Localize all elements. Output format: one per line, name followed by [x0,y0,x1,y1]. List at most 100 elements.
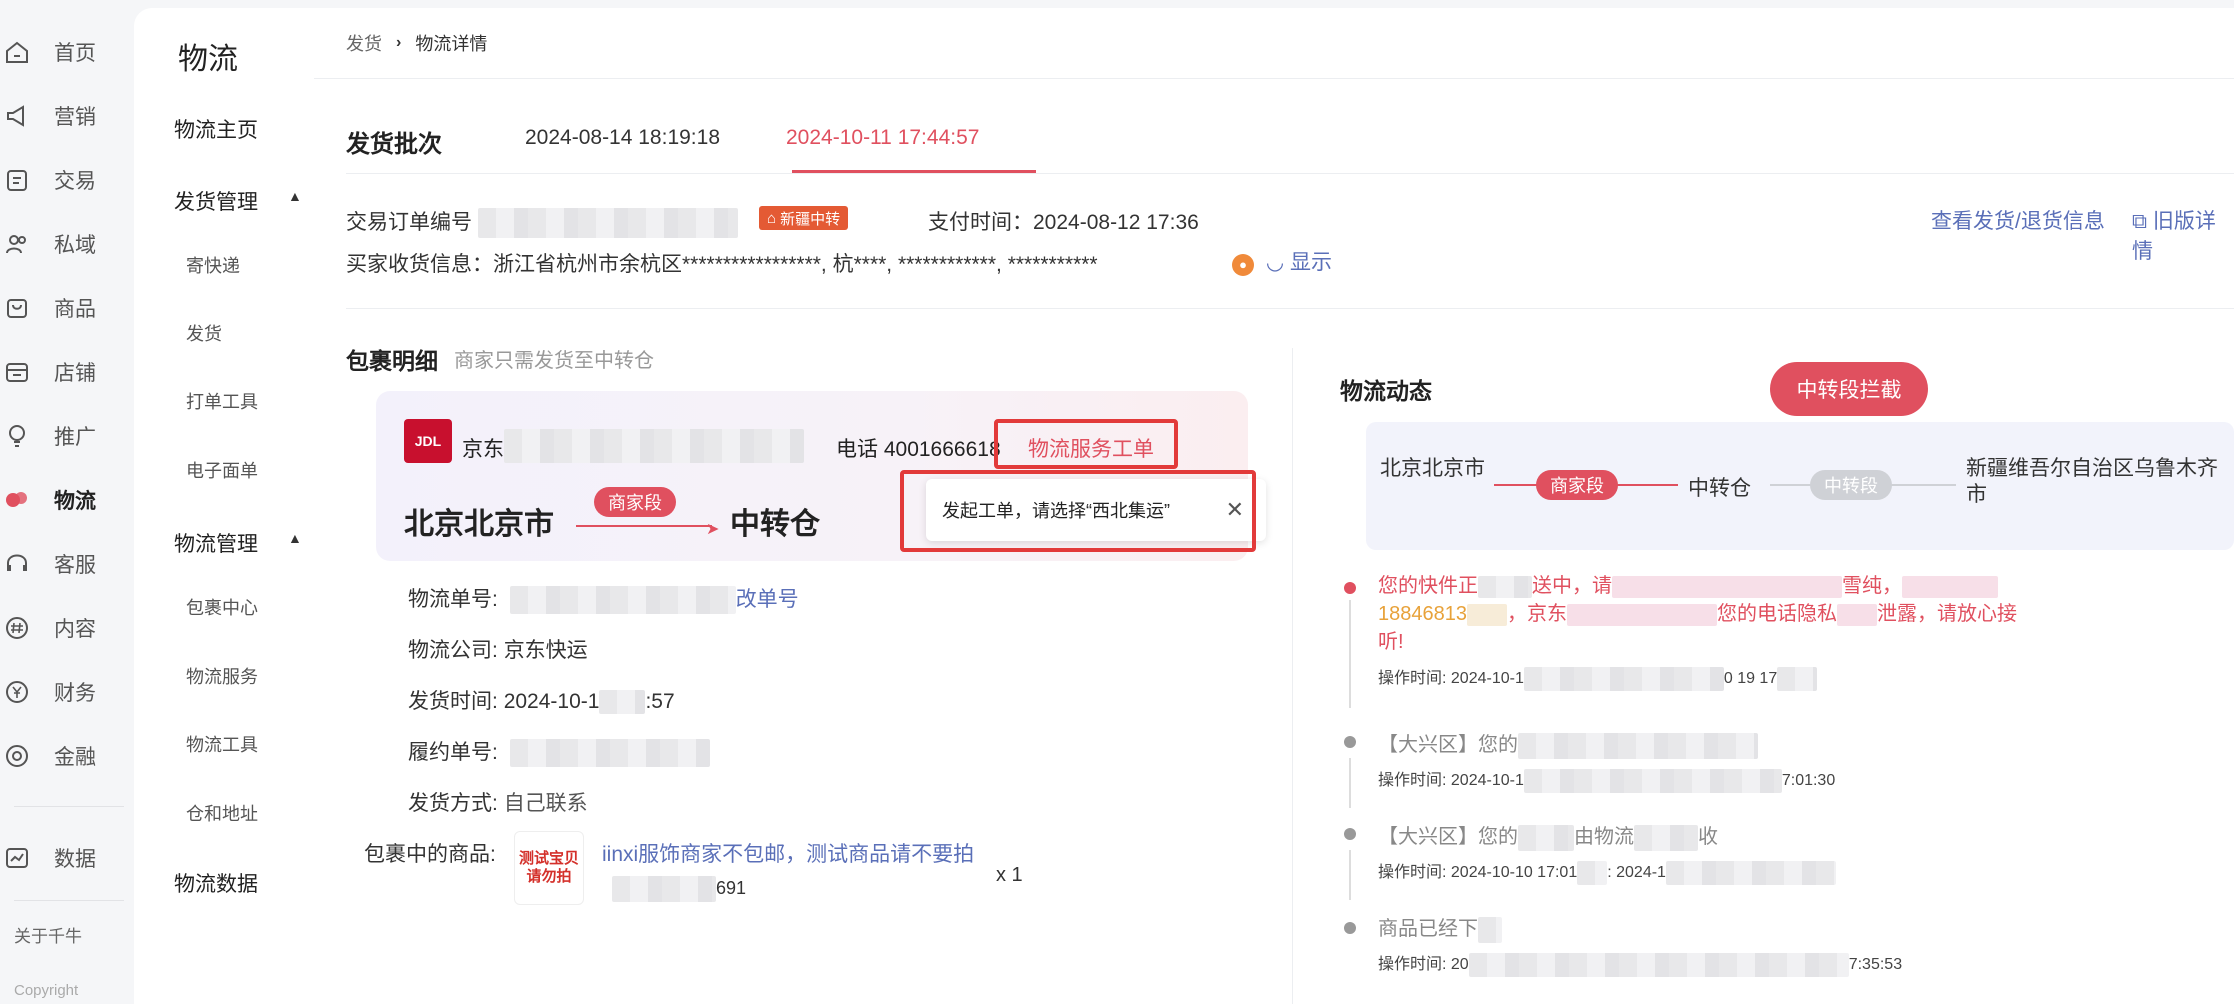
jdl-logo-icon: JDL [404,419,452,463]
sidebar-item-e-waybill[interactable]: 电子面单 [186,457,258,483]
redacted [1468,952,1849,977]
logistics-title: 物流动态 [1340,378,1432,404]
goods-sku-suffix: 691 [716,877,747,898]
rail-item-home[interactable]: 首页 [0,32,132,72]
chevron-up-icon: ▲ [288,188,302,204]
sidebar-item-parcel-center[interactable]: 包裹中心 [186,594,258,620]
carrier-phone: 电话 4001666618 [836,438,1001,461]
merchant-segment-pill: 商家段 [1536,470,1618,500]
view-shipping-link[interactable]: 查看发货/退货信息 [1931,205,2105,235]
transit-segment-pill: 中转段 [1810,470,1892,500]
chart-icon [0,841,34,875]
sidebar-item-logistics-service[interactable]: 物流服务 [186,663,258,689]
company-value: 京东快运 [503,639,588,662]
fulfil-row: 履约单号: [408,736,710,768]
rail-item-finance-service[interactable]: 金融 [0,736,132,776]
time-text: 7:01:30 [1781,772,1836,789]
clipboard-icon [0,163,34,197]
rail-divider-2 [14,900,124,901]
timeline-text-part: 雪纯， [1842,575,1902,597]
ship-time-suffix: :57 [645,690,675,713]
xinjiang-transit-badge: ⌂ 新疆中转 [759,206,849,230]
sidebar-item-warehouse-address[interactable]: 仓和地址 [186,800,258,826]
rail-item-content[interactable]: 内容 [0,608,132,648]
goods-sku-row: 691 [612,876,746,902]
sidebar-item-print-tool[interactable]: 打单工具 [186,388,258,414]
sidebar-group-logistics-mgmt[interactable]: 物流管理 ▲ [174,528,302,558]
courier-phone: 18846813 [1378,603,1467,625]
rail-item-private-domain[interactable]: 私域 [0,224,132,264]
rail-item-finance[interactable]: 财务 [0,672,132,712]
timeline-item-1-time: 操作时间: 2024-10-1 0 19 17 [1378,664,1818,691]
redacted-sku [612,876,716,902]
show-toggle[interactable]: ● ◡ 显示 [1232,246,1332,276]
transit-intercept-button[interactable]: 中转段拦截 [1770,362,1928,416]
arrow-head-icon: ➤ [706,521,720,538]
bulb-icon [0,419,34,453]
rail-item-promotion[interactable]: 推广 [0,416,132,456]
timeline-item-3-time: 操作时间: 2024-10-10 17:01: 2024-1 [1378,858,1836,885]
route-mid: 中转仓 [1688,477,1751,500]
rail-item-trade[interactable]: 交易 [0,160,132,200]
redacted-fulfil-number [509,739,710,768]
tab-batch-1[interactable]: 2024-08-14 18:19:18 [525,126,720,150]
company-row: 物流公司: 京东快运 [408,634,588,664]
rail-item-data[interactable]: 数据 [0,838,132,878]
timeline-text-part: 送中，请 [1532,575,1612,597]
rail-item-marketing[interactable]: 营销 [0,96,132,136]
ship-time-label: 发货时间: [408,690,498,713]
breadcrumb-parent[interactable]: 发货 [346,30,382,56]
method-label: 发货方式: [408,792,498,815]
method-value: 自己联系 [503,792,588,815]
tab-batch-2[interactable]: 2024-10-11 17:44:57 [786,126,979,150]
carrier-prefix: 京东 [462,438,504,461]
time-text: 操作时间: 2024-10-10 17:01 [1378,864,1578,881]
rail-item-products[interactable]: 商品 [0,288,132,328]
logistics-icon [0,483,34,517]
badge-label: 新疆中转 [780,210,841,228]
left-rail: 首页 营销 交易 私域 商品 店铺 推广 物流 客服 内容 财务 金融 数据 关… [0,0,132,1004]
rail-item-store[interactable]: 店铺 [0,352,132,392]
external-link-icon: ⧉ [2132,210,2147,233]
timeline-connector [1349,600,1351,708]
home-icon [0,35,34,69]
sidebar-title: 物流 [178,43,238,76]
redacted [1665,860,1836,885]
main-content: 发货 › 物流详情 发货批次 2024-08-14 18:19:18 2024-… [314,8,2234,1004]
change-waybill-link[interactable]: 改单号 [736,588,799,611]
goods-thumbnail[interactable]: 测试宝贝请勿拍 [514,831,584,905]
rail-item-logistics[interactable]: 物流 [0,480,132,520]
sidebar-item-ship[interactable]: 发货 [186,320,222,346]
goods-name-link[interactable]: iinxi服饰商家不包邮，测试商品请不要拍 [602,838,974,868]
redacted [1466,603,1507,626]
copyright-text: Copyright [14,982,79,999]
rail-item-service[interactable]: 客服 [0,544,132,584]
sidebar-item-send-express[interactable]: 寄快递 [186,252,240,278]
order-number-label: 交易订单编号 [346,211,472,234]
redacted-order-number [477,208,738,239]
buyer-info-row: 买家收货信息：浙江省杭州市余杭区*****************, 杭****… [346,248,1098,278]
redacted [1612,575,1842,598]
time-text: 0 19 17 [1723,670,1778,687]
sidebar-group-shipping[interactable]: 发货管理 ▲ [174,186,302,216]
headset-icon [0,547,34,581]
old-detail-link[interactable]: ⧉ 旧版详情 [2132,205,2234,265]
sidebar-group-label: 物流管理 [174,533,258,556]
sidebar-item-logistics-home[interactable]: 物流主页 [174,114,258,144]
sidebar-item-logistics-tools[interactable]: 物流工具 [186,731,258,757]
route-to-city: 新疆维吾尔自治区乌鲁木齐市 [1966,457,2218,506]
about-link[interactable]: 关于千牛 [14,922,82,947]
redacted [1523,666,1724,691]
breadcrumb: 发货 › 物流详情 [346,30,487,56]
goods-label: 包裹中的商品: [364,843,496,866]
redacted [1902,575,1998,598]
redacted [1836,603,1877,626]
route-arrow [576,525,712,527]
column-divider [1292,348,1293,1004]
route-from-city: 北京北京市 [1380,457,1485,480]
highlight-box-service-ticket [994,419,1178,469]
divider [346,173,2234,174]
sidebar-item-logistics-data[interactable]: 物流数据 [174,868,258,898]
fulfil-label: 履约单号: [408,741,498,764]
timeline-dot [1344,736,1356,748]
